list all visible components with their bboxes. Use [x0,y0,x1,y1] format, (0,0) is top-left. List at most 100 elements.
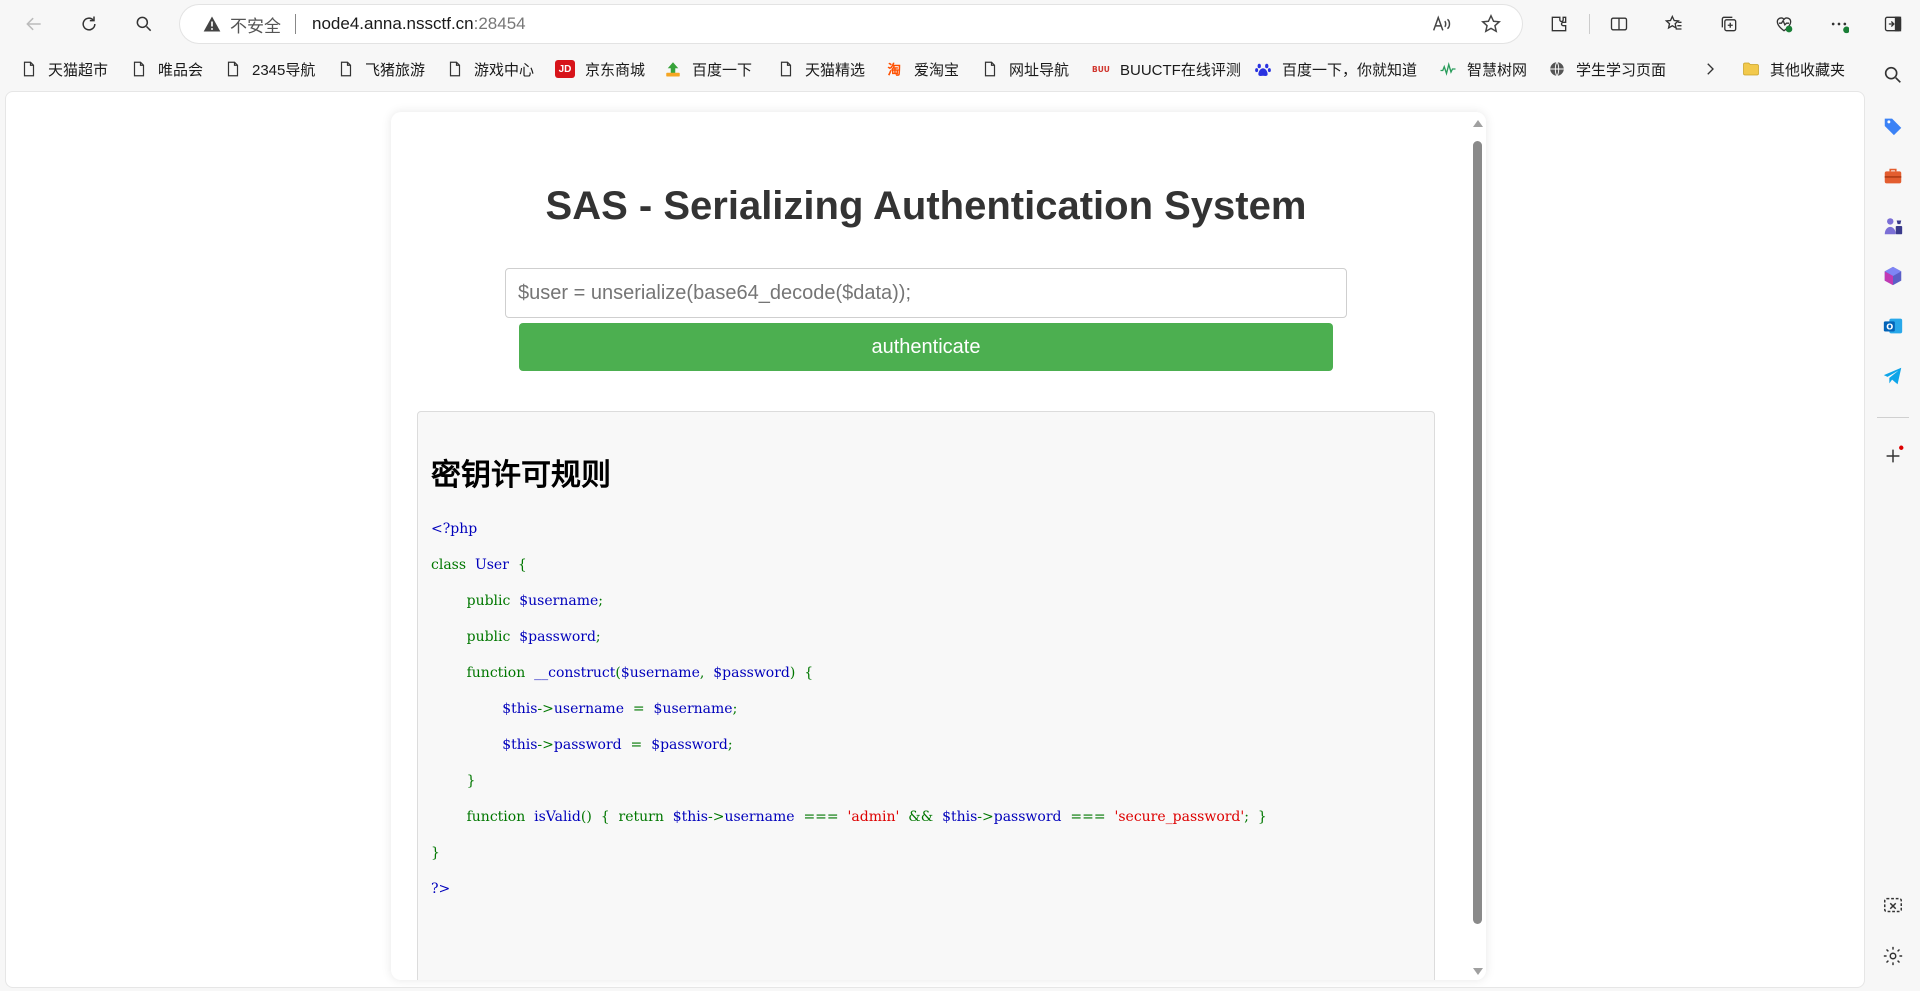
code-token: username [553,701,633,717]
bookmark-label: 学生学习页面 [1576,61,1667,79]
bookmark-item[interactable]: 网址导航 [981,56,1069,82]
code-token: $password [651,737,728,753]
bookmark-item[interactable]: 天猫精选 [777,56,865,82]
code-token: $password [519,629,596,645]
settings-gear-icon[interactable] [1881,944,1905,968]
code-line: $this->username = $username; [431,702,1267,738]
address-bar[interactable]: 不安全 node4.anna.nssctf.cn:28454 [180,5,1522,43]
bookmark-item[interactable]: 淘 爱淘宝 [886,56,960,82]
code-token: username [724,809,804,825]
games-chess-icon[interactable] [1881,214,1905,238]
svg-text:O: O [1886,322,1893,332]
insecure-label: 不安全 [230,16,281,36]
code-token: ?> [431,881,451,897]
sidebar-toggle-icon[interactable] [1875,8,1911,40]
send-telegram-icon[interactable] [1881,364,1905,388]
code-token: = [632,701,654,717]
bookmark-label: BUUCTF在线评测 [1120,61,1241,79]
bookmark-item[interactable]: 2345导航 [224,56,315,82]
taobao-icon: 淘 [888,61,902,78]
authenticate-button[interactable]: authenticate [519,323,1333,371]
bookmark-label: 百度一下，你就知道 [1282,61,1418,79]
bookmark-label: 唯品会 [158,61,204,79]
code-line: ?> [431,882,1267,918]
code-token: -> [977,809,994,825]
page-title: SAS - Serializing Authentication System [545,184,1307,228]
split-screen-icon[interactable] [1601,8,1637,40]
page-icon [449,61,461,77]
code-token: password [553,737,631,753]
bookmark-item[interactable]: 百度一下 [664,56,752,82]
code-token: public [431,593,520,609]
code-line: } [431,774,1267,810]
scrollbar[interactable] [1469,112,1486,980]
browser-toolbar: 不安全 node4.anna.nssctf.cn:28454 [0,0,1920,48]
globe-icon [1550,61,1564,77]
bookmark-label: 百度一下 [692,61,753,79]
sidebar-search-icon[interactable] [1881,63,1905,87]
outlook-icon[interactable]: O [1881,314,1905,338]
code-line: $this->password = $password; [431,738,1267,774]
favorite-star-icon[interactable] [1480,13,1502,35]
back-arrow-icon[interactable] [16,8,52,40]
code-token: $username [653,701,733,717]
code-token: $this [502,737,538,753]
code-token: { [517,557,527,573]
code-token: public [431,629,520,645]
bookmarks-overflow-chevron-icon[interactable] [1701,56,1729,82]
code-token: ; [595,629,601,645]
bookmark-item[interactable]: BUU BUUCTF在线评测 [1092,56,1241,82]
bookmark-item[interactable]: 飞猪旅游 [337,56,425,82]
tools-briefcase-icon[interactable] [1881,164,1905,188]
search-icon[interactable] [126,8,162,40]
code-token: -> [537,737,554,753]
more-options-icon[interactable] [1821,8,1857,40]
buuctf-icon: BUU [1092,65,1110,74]
bookmark-item[interactable]: 唯品会 [130,56,203,82]
favorites-icon[interactable] [1656,8,1692,40]
page-icon [340,61,352,77]
bookmark-item[interactable]: 学生学习页面 [1548,56,1666,82]
code-token: 'admin' [847,809,909,825]
code-line: <?php [431,522,1267,558]
page-icon [133,61,145,77]
bookmark-label: 天猫超市 [48,61,109,79]
extensions-icon[interactable] [1541,8,1577,40]
code-token: === [803,809,848,825]
screenshot-capture-icon[interactable] [1881,894,1905,918]
read-aloud-icon[interactable] [1430,13,1452,35]
shopping-tag-icon[interactable] [1881,114,1905,138]
code-token: ; } [1244,809,1267,825]
scroll-thumb[interactable] [1473,141,1482,924]
code-token: __construct [534,665,616,681]
refresh-icon[interactable] [71,8,107,40]
bookmark-folder-other[interactable]: 其他收藏夹 [1742,56,1845,82]
code-token: ) { [789,665,814,681]
code-line: public $username; [431,594,1267,630]
bookmark-item[interactable]: 天猫超市 [20,56,108,82]
bookmark-label: 游戏中心 [474,61,535,79]
code-token: ; [598,593,603,609]
url-host: node4.anna.nssctf.cn [312,14,474,33]
bookmark-item[interactable]: JD 京东商城 [555,56,645,82]
browser-essentials-icon[interactable] [1766,8,1802,40]
code-token: $username [620,665,700,681]
bookmark-item[interactable]: 智慧树网 [1439,56,1527,82]
microsoft-365-icon[interactable] [1881,264,1905,288]
collections-icon[interactable] [1711,8,1747,40]
code-token: === [1070,809,1115,825]
scroll-up-arrow-icon[interactable] [1473,120,1483,127]
scroll-down-arrow-icon[interactable] [1473,968,1483,975]
serialized-data-input[interactable] [505,268,1347,318]
code-token: function [431,809,535,825]
add-sidebar-app-icon[interactable] [1881,444,1905,468]
bookmark-item[interactable]: 百度一下，你就知道 [1254,56,1417,82]
code-token: = [630,737,652,753]
address-separator [295,14,296,34]
bookmark-label: 2345导航 [252,61,316,79]
code-token: $password [713,665,790,681]
bookmark-item[interactable]: 游戏中心 [446,56,534,82]
code-token: } [431,773,476,789]
code-token: class [431,557,475,573]
